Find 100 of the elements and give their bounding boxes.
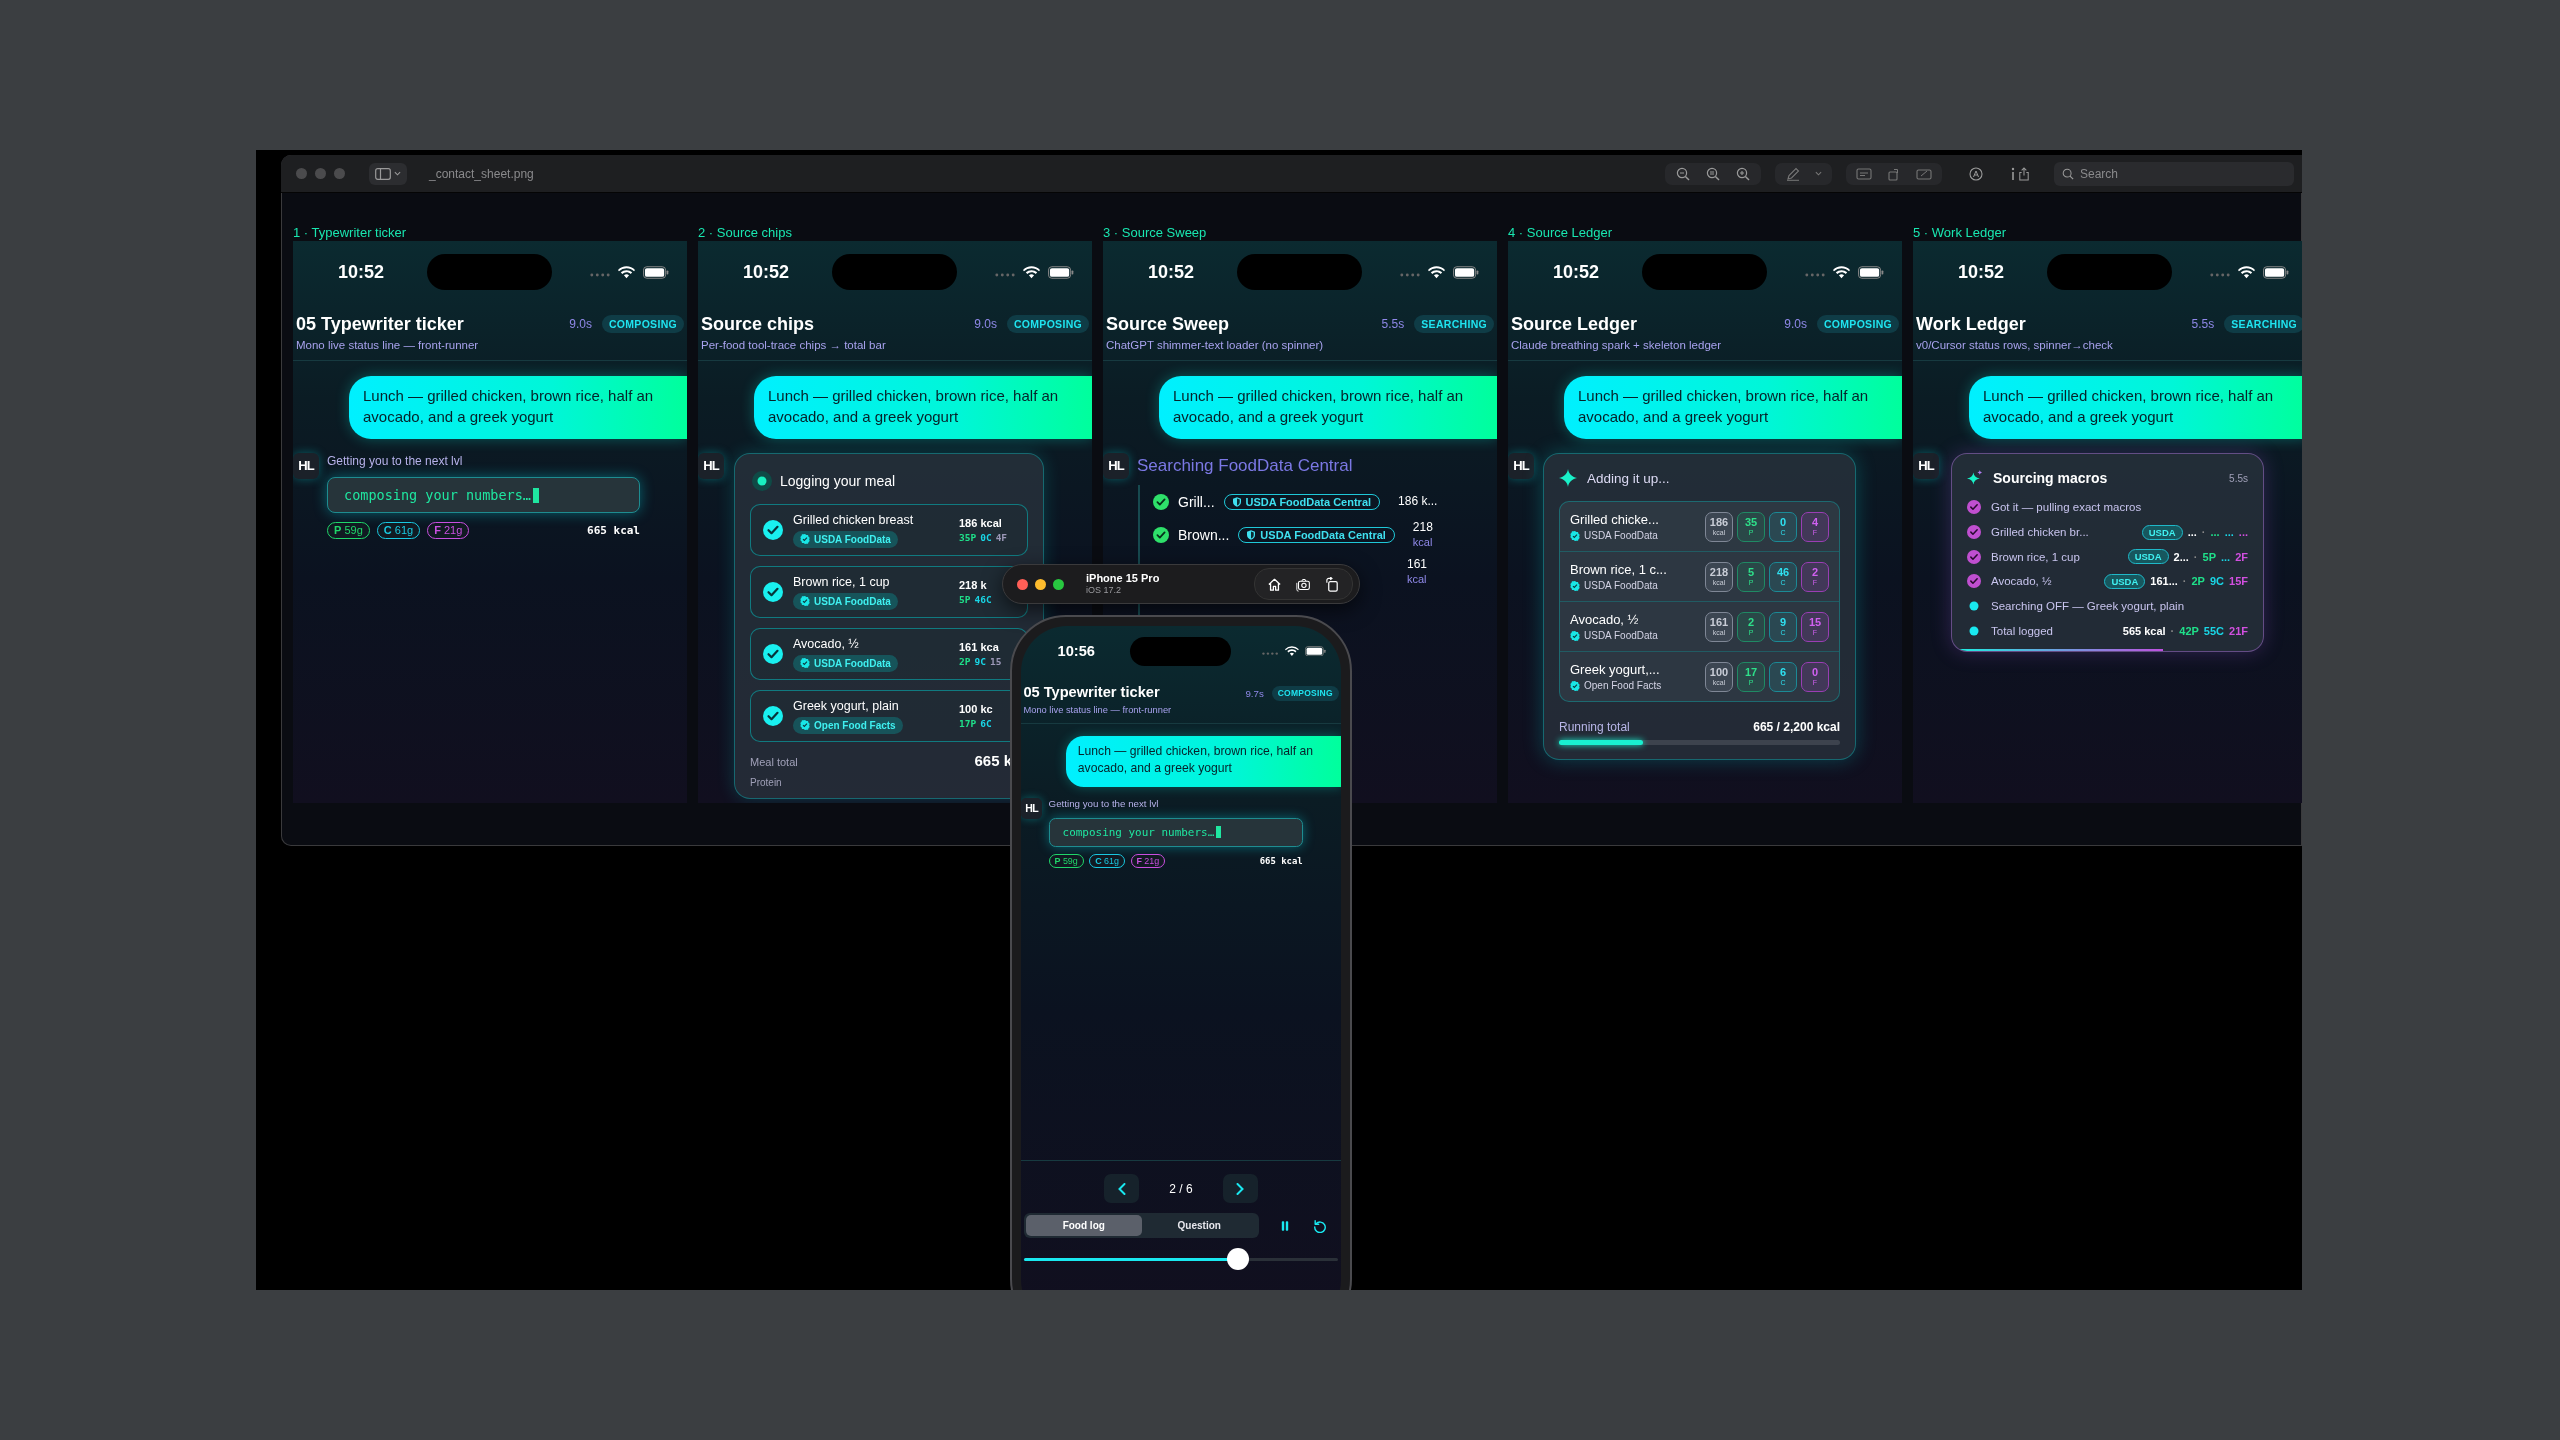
cellular-icon bbox=[1400, 273, 1420, 277]
screen-subtitle: Per-food tool-trace chips → total bar bbox=[701, 338, 886, 353]
cellular-icon bbox=[2210, 273, 2230, 277]
search-field[interactable]: Search bbox=[2054, 161, 2294, 186]
card-heading: Adding it up... bbox=[1587, 470, 1670, 486]
mode-tab[interactable]: Question bbox=[1141, 1215, 1257, 1237]
window-control[interactable] bbox=[1035, 578, 1046, 590]
status-badge: COMPOSING bbox=[1006, 315, 1089, 333]
next-button[interactable] bbox=[1222, 1174, 1258, 1204]
macro-value: ... bbox=[2224, 526, 2234, 539]
message-bubble: Lunch — grilled chicken, brown rice, half an avocado, and a greek yogurt bbox=[1159, 376, 1497, 439]
source-chip: USDA bbox=[2104, 573, 2146, 589]
macro-value: 565 kcal bbox=[2122, 624, 2166, 637]
elapsed-time: 9.0s bbox=[1784, 317, 1807, 331]
macro-value: 21F bbox=[2229, 624, 2248, 637]
status-text: Brown rice, 1 cup bbox=[1991, 550, 2080, 563]
chevron-left-icon bbox=[1117, 1182, 1126, 1195]
shield-icon bbox=[1247, 529, 1256, 540]
cellular-icon bbox=[590, 273, 610, 277]
macro-chip: P 59g bbox=[1048, 854, 1084, 869]
live-dot-icon bbox=[752, 471, 772, 491]
verified-icon bbox=[800, 596, 810, 607]
food-name: Grill... bbox=[1178, 493, 1215, 510]
macro-value: 2P bbox=[959, 656, 971, 667]
macro-value: 15 bbox=[989, 656, 1002, 667]
assistant-status: Getting you to the next lvl bbox=[327, 453, 464, 469]
source-label: USDA FoodData bbox=[1584, 530, 1658, 541]
rectangle-icon[interactable] bbox=[1856, 166, 1872, 181]
food-name: Avocado, ½ bbox=[1570, 612, 1640, 628]
wifi-icon bbox=[1428, 265, 1445, 279]
verified-icon bbox=[1570, 530, 1580, 541]
rotate-icon[interactable] bbox=[1325, 576, 1340, 592]
protein-label: Protein bbox=[750, 777, 783, 788]
screen-title: 05 Typewriter ticker bbox=[296, 313, 465, 335]
pen-icon[interactable] bbox=[1785, 166, 1801, 181]
food-name: Brown rice, 1 cup bbox=[793, 573, 891, 590]
source-chip: USDA bbox=[2127, 549, 2169, 565]
wifi-icon bbox=[1833, 265, 1850, 279]
screen-title: Work Ledger bbox=[1916, 313, 2027, 335]
verified-icon bbox=[1570, 630, 1580, 641]
info-icon[interactable] bbox=[2010, 166, 2016, 181]
previous-button[interactable] bbox=[1104, 1174, 1140, 1204]
macro-chip: P 59g bbox=[327, 522, 370, 539]
food-name: Greek yogurt, plain bbox=[793, 697, 900, 714]
food-name: Brown... bbox=[1178, 526, 1230, 543]
actual-size-icon[interactable] bbox=[1705, 166, 1721, 181]
elapsed-time: 5.5s bbox=[2229, 472, 2248, 484]
app-logo: HL bbox=[698, 453, 724, 479]
elapsed-time: 5.5s bbox=[2191, 317, 2215, 331]
window-control[interactable] bbox=[1053, 578, 1064, 590]
chevron-right-icon bbox=[1236, 1182, 1245, 1195]
assistant-status: Getting you to the next lvl bbox=[1048, 798, 1160, 812]
caret-icon[interactable] bbox=[1815, 171, 1822, 176]
status-text: Grilled chicken br... bbox=[1991, 526, 2089, 539]
cellular-icon bbox=[995, 273, 1015, 277]
status-time: 10:52 bbox=[743, 261, 791, 283]
card-heading: Sourcing macros bbox=[1993, 470, 2108, 486]
total-label: Running total bbox=[1559, 720, 1630, 734]
sidebar-button[interactable] bbox=[369, 162, 407, 185]
zoom-in-icon[interactable] bbox=[1735, 166, 1751, 181]
calorie-total: 665 kcal bbox=[1259, 856, 1303, 867]
battery-icon bbox=[1048, 265, 1074, 279]
battery-icon bbox=[643, 265, 669, 279]
pause-icon[interactable] bbox=[1281, 1219, 1289, 1232]
status-badge: SEARCHING bbox=[2224, 315, 2302, 333]
caret-icon bbox=[394, 171, 401, 176]
macro-value: ... bbox=[2210, 526, 2220, 539]
share-icon[interactable] bbox=[2016, 166, 2032, 181]
status-text: Avocado, ½ bbox=[1991, 575, 2052, 588]
wifi-icon bbox=[2238, 265, 2255, 279]
page-indicator: 2 / 6 bbox=[1169, 1181, 1193, 1196]
sparkles-icon bbox=[1967, 470, 1983, 486]
elapsed-time: 5.5s bbox=[1381, 317, 1405, 331]
window-control[interactable] bbox=[1017, 578, 1028, 590]
playback-slider[interactable] bbox=[1024, 1248, 1338, 1271]
panel-caption: 4 · Source Ledger bbox=[1508, 224, 1614, 241]
screen-subtitle: Mono live status line — front-runner bbox=[296, 338, 479, 353]
home-icon[interactable] bbox=[1267, 576, 1282, 592]
status-time: 10:56 bbox=[1057, 643, 1096, 660]
status-time: 10:52 bbox=[1553, 261, 1601, 283]
status-badge: SEARCHING bbox=[1414, 315, 1494, 333]
markup-icon[interactable] bbox=[1968, 166, 1984, 181]
camera-icon[interactable] bbox=[1296, 576, 1311, 592]
source-label: Open Food Facts bbox=[1584, 680, 1662, 691]
calorie-value: 186 kcal bbox=[959, 517, 1003, 529]
macro-value: 0C bbox=[980, 532, 992, 543]
macro-chip: F 21g bbox=[427, 522, 470, 539]
total-label: Meal total bbox=[750, 756, 798, 768]
panel-caption: 2 · Source chips bbox=[698, 224, 793, 241]
replay-icon[interactable] bbox=[1313, 1218, 1327, 1233]
crop-icon[interactable] bbox=[1916, 166, 1932, 181]
screen-subtitle: ChatGPT shimmer-text loader (no spinner) bbox=[1106, 338, 1324, 353]
macro-value: 5P bbox=[2202, 550, 2216, 563]
slider-thumb[interactable] bbox=[1226, 1248, 1249, 1271]
calorie-unit: kcal bbox=[1407, 571, 1428, 586]
macro-value: 9C bbox=[2209, 575, 2225, 588]
mode-tab[interactable]: Food log bbox=[1026, 1215, 1142, 1237]
wifi-icon bbox=[1284, 645, 1299, 657]
zoom-out-icon[interactable] bbox=[1675, 166, 1691, 181]
message-bubble: Lunch — grilled chicken, brown rice, half an avocado, and a greek yogurt bbox=[1969, 376, 2302, 439]
